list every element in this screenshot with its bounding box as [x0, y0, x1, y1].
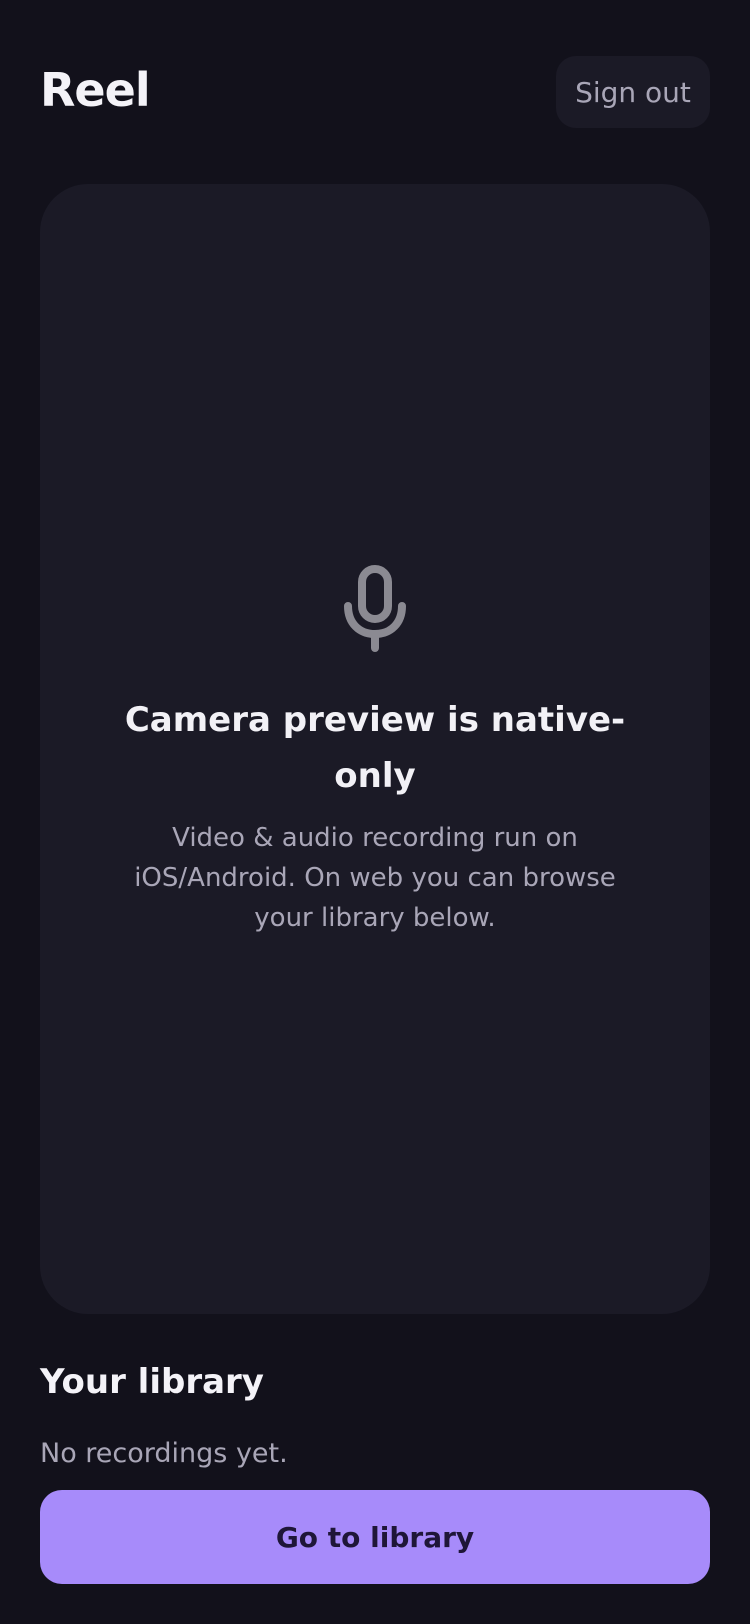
- app-title: Reel: [40, 63, 151, 117]
- reel-home-screen: Reel Sign out Camera preview is native-o…: [0, 0, 750, 1624]
- library-empty-message: No recordings yet.: [40, 1438, 288, 1469]
- camera-preview-title: Camera preview is native-only: [124, 700, 626, 796]
- library-heading: Your library: [40, 1362, 264, 1402]
- sign-out-button[interactable]: Sign out: [556, 56, 710, 128]
- microphone-icon: [344, 565, 406, 652]
- go-to-library-button[interactable]: Go to library: [40, 1490, 710, 1584]
- camera-preview-description: Video & audio recording run on iOS/Andro…: [134, 823, 616, 933]
- camera-preview-card: Camera preview is native-only Video & au…: [40, 184, 710, 1314]
